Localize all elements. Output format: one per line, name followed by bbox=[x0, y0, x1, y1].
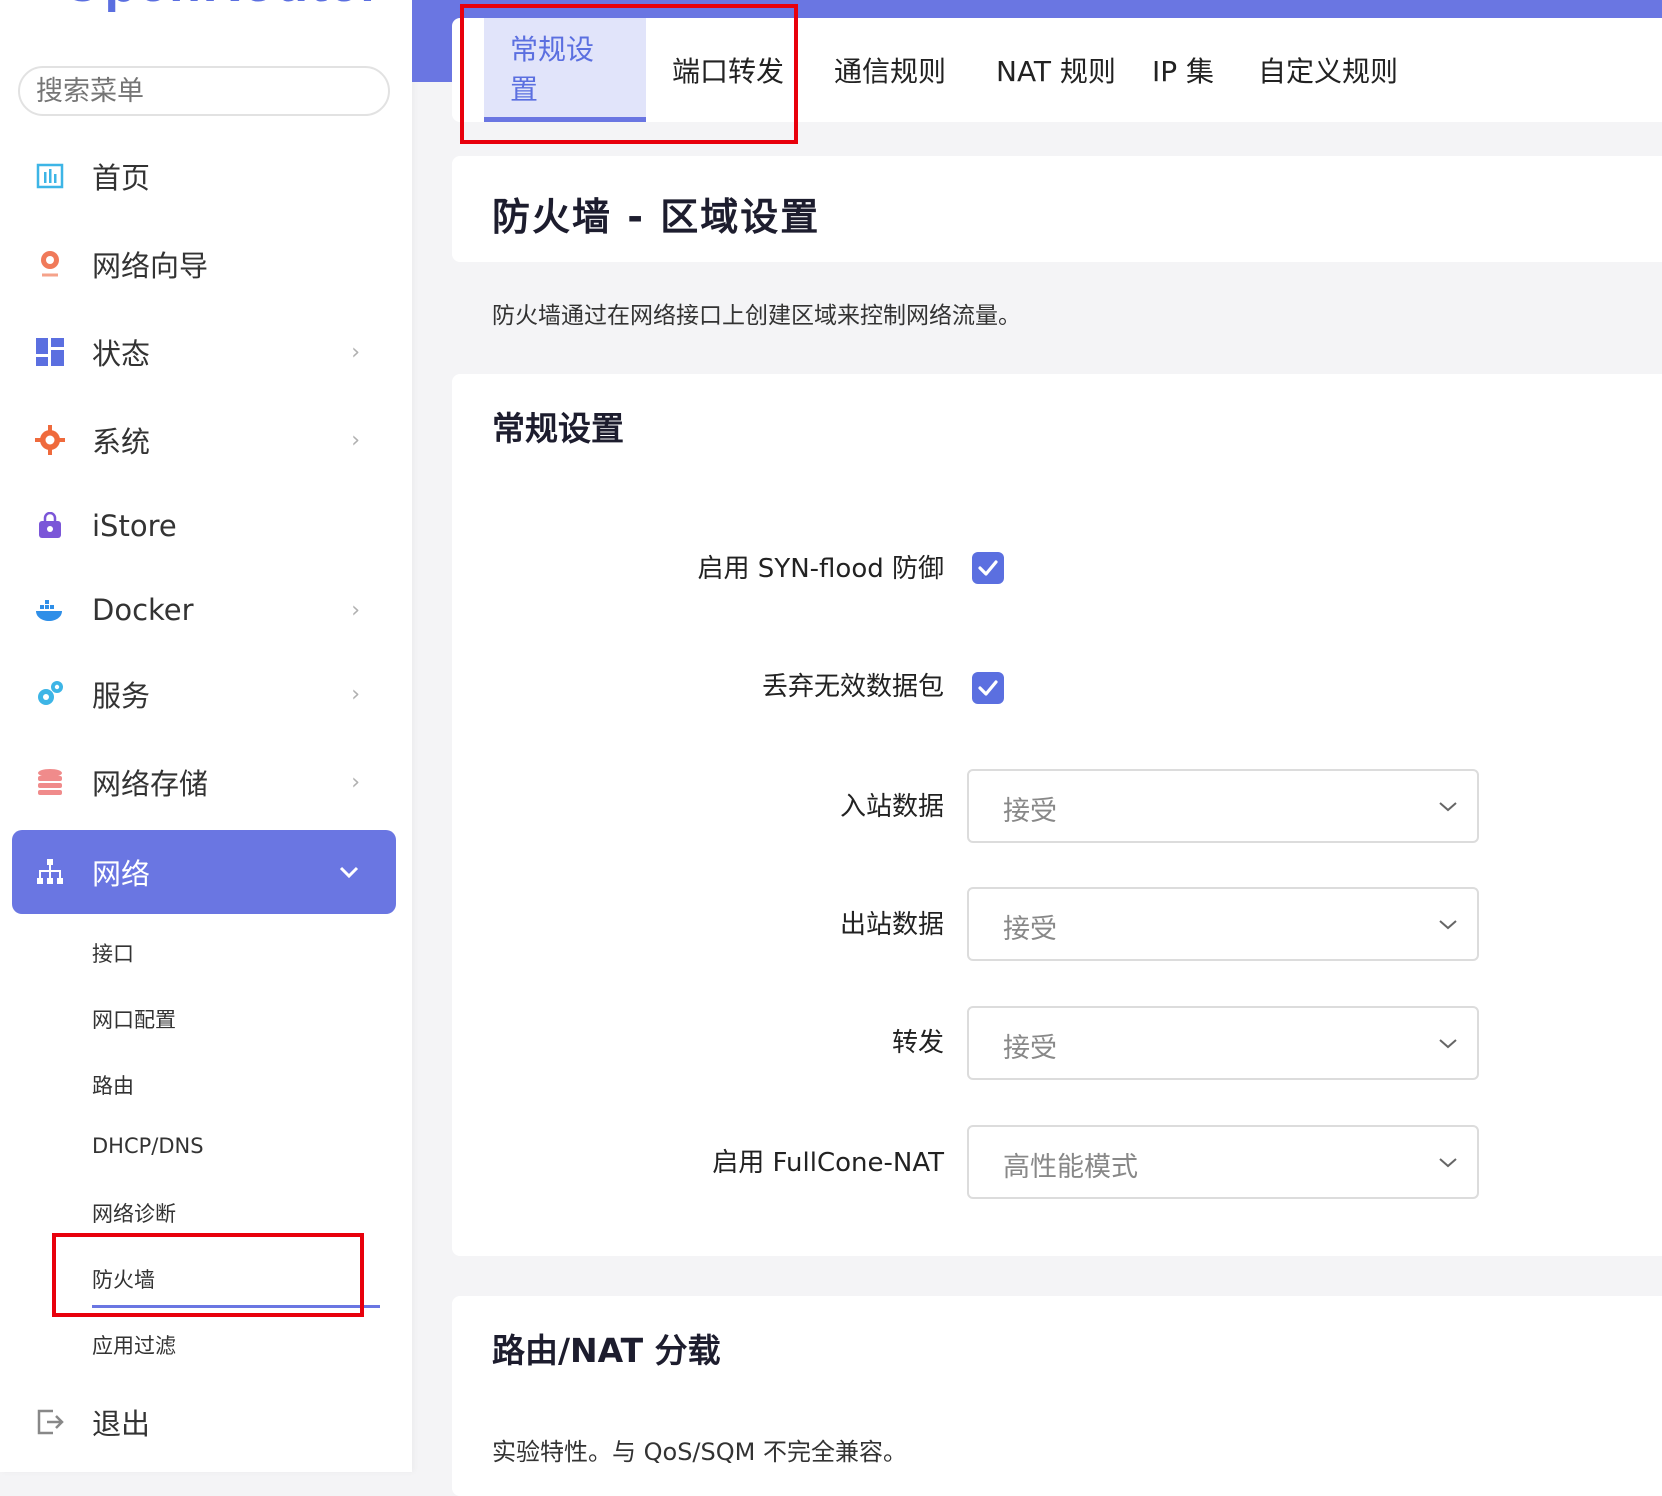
gears-icon bbox=[34, 678, 66, 710]
sidebar-subitem-diagnostics[interactable]: 网络诊断 bbox=[92, 1198, 176, 1228]
sidebar-item-status[interactable]: 状态 › bbox=[12, 310, 396, 394]
sidebar-item-label: 退出 bbox=[92, 1407, 151, 1441]
sidebar-item-label: 网络存储 bbox=[92, 767, 209, 801]
offload-note: 实验特性。与 QoS/SQM 不完全兼容。 bbox=[492, 1438, 907, 1466]
annotation-highlight-box bbox=[52, 1233, 364, 1317]
sidebar-item-network-storage[interactable]: 网络存储 › bbox=[12, 740, 396, 824]
shopping-bag-icon bbox=[34, 510, 66, 542]
tab-ip-sets[interactable]: IP 集 bbox=[1126, 18, 1240, 122]
sidebar-item-label: 网络 bbox=[92, 857, 151, 891]
input-label: 入站数据 bbox=[839, 792, 944, 822]
sidebar-item-label: 首页 bbox=[92, 161, 151, 195]
sidebar-item-label: 系统 bbox=[92, 425, 151, 459]
select-value: 高性能模式 bbox=[1003, 1152, 1138, 1183]
select-value: 接受 bbox=[1003, 796, 1057, 827]
chevron-down-icon bbox=[1439, 802, 1457, 812]
sidebar-item-label: 服务 bbox=[92, 679, 151, 713]
search-menu-input[interactable] bbox=[18, 66, 390, 116]
sidebar-item-label: 网络向导 bbox=[92, 249, 209, 283]
syn-flood-checkbox[interactable] bbox=[972, 552, 1004, 584]
checkmark-icon bbox=[978, 680, 998, 696]
chevron-down-icon bbox=[1439, 1158, 1457, 1168]
sidebar-item-label: 状态 bbox=[92, 337, 151, 371]
tab-nat-rules[interactable]: NAT 规则 bbox=[970, 18, 1142, 122]
chevron-right-icon: › bbox=[351, 769, 360, 795]
sidebar-subitem-dhcp-dns[interactable]: DHCP/DNS bbox=[92, 1134, 204, 1158]
output-label: 出站数据 bbox=[839, 910, 944, 940]
sidebar-item-docker[interactable]: Docker › bbox=[12, 568, 396, 652]
grid-icon bbox=[34, 336, 66, 368]
logout-icon bbox=[34, 1406, 66, 1438]
globe-pin-icon bbox=[34, 248, 66, 280]
sidebar-subitem-interfaces[interactable]: 接口 bbox=[92, 938, 134, 968]
sidebar-subitem-port-config[interactable]: 网口配置 bbox=[92, 1004, 176, 1034]
input-policy-select[interactable]: 接受 bbox=[967, 769, 1479, 843]
select-value: 接受 bbox=[1003, 914, 1057, 945]
sidebar: OpenRouter 首页 网络向导 状态 › 系统 › iStore bbox=[0, 0, 412, 1472]
chevron-down-icon bbox=[1439, 1039, 1457, 1049]
select-value: 接受 bbox=[1003, 1033, 1057, 1064]
form-labels: 启用 SYN-flood 防御 丢弃无效数据包 入站数据 出站数据 转发 启用 … bbox=[452, 0, 944, 1472]
sidebar-item-network-wizard[interactable]: 网络向导 bbox=[12, 222, 396, 306]
sidebar-item-label: Docker bbox=[92, 593, 194, 627]
dashboard-chart-icon bbox=[34, 160, 66, 192]
network-tree-icon bbox=[34, 856, 66, 888]
section-title: 路由/NAT 分载 bbox=[492, 1331, 721, 1370]
fullcone-nat-select[interactable]: 高性能模式 bbox=[967, 1125, 1479, 1199]
sidebar-subitem-app-filter[interactable]: 应用过滤 bbox=[92, 1330, 176, 1360]
sidebar-subitem-routes[interactable]: 路由 bbox=[92, 1070, 134, 1100]
docker-whale-icon bbox=[34, 594, 66, 626]
brand-logo: OpenRouter bbox=[62, 0, 382, 14]
forward-policy-select[interactable]: 接受 bbox=[967, 1006, 1479, 1080]
tab-custom-rules[interactable]: 自定义规则 bbox=[1232, 18, 1424, 122]
chevron-right-icon: › bbox=[351, 339, 360, 365]
sidebar-item-system[interactable]: 系统 › bbox=[12, 398, 396, 482]
drop-invalid-checkbox[interactable] bbox=[972, 672, 1004, 704]
sidebar-item-istore[interactable]: iStore bbox=[12, 484, 396, 568]
fullcone-label: 启用 FullCone-NAT bbox=[712, 1148, 944, 1178]
sidebar-item-home[interactable]: 首页 bbox=[12, 134, 396, 218]
sidebar-item-services[interactable]: 服务 › bbox=[12, 652, 396, 736]
checkmark-icon bbox=[978, 560, 998, 576]
syn-flood-label: 启用 SYN-flood 防御 bbox=[697, 554, 944, 584]
drop-invalid-label: 丢弃无效数据包 bbox=[761, 672, 944, 702]
chevron-right-icon: › bbox=[351, 427, 360, 453]
chevron-right-icon: › bbox=[351, 597, 360, 623]
chevron-down-icon bbox=[1439, 920, 1457, 930]
database-icon bbox=[34, 766, 66, 798]
gear-icon bbox=[34, 424, 66, 456]
sidebar-item-label: iStore bbox=[92, 509, 177, 543]
output-policy-select[interactable]: 接受 bbox=[967, 887, 1479, 961]
chevron-right-icon: › bbox=[351, 681, 360, 707]
sidebar-item-network[interactable]: 网络 bbox=[12, 830, 396, 914]
sidebar-item-logout[interactable]: 退出 bbox=[12, 1380, 396, 1464]
chevron-down-icon bbox=[338, 860, 360, 885]
forward-label: 转发 bbox=[891, 1028, 944, 1058]
